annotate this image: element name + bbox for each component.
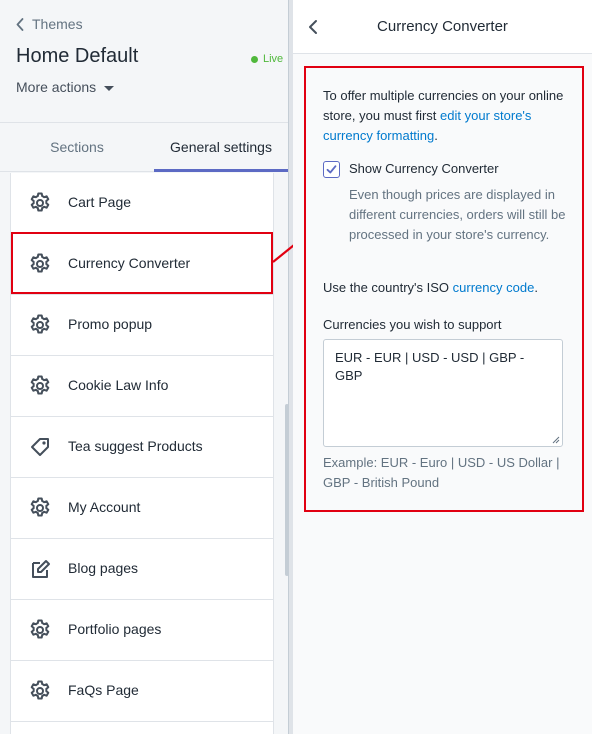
list-item-cookie-law-info[interactable]: Cookie Law Info [11,356,273,417]
list-item-faqs-page[interactable]: FaQs Page [11,661,273,722]
checkmark-icon [326,165,337,174]
list-item-label: Tea suggest Products [68,438,203,454]
gear-icon [30,192,50,212]
tab-sections[interactable]: Sections [0,124,154,172]
more-actions-label: More actions [16,79,97,95]
theme-editor-sidebar: Themes Home Default Live More actions Se… [0,0,289,734]
live-dot-icon [251,55,258,63]
list-item-tea-suggest-products[interactable]: Tea suggest Products [11,417,273,478]
gear-icon [30,375,50,395]
iso-text-body: Use the country's ISO [323,280,453,295]
tab-general-settings[interactable]: General settings [154,124,288,172]
panel-header: Currency Converter [293,0,592,54]
currencies-value: EUR - EUR | USD - USD | GBP - GBP [335,350,525,383]
sidebar-tabs: Sections General settings [0,124,288,172]
iso-text-end: . [534,280,538,295]
show-currency-converter-checkbox[interactable] [323,161,340,178]
more-actions-button[interactable]: More actions [16,79,115,95]
list-item-cart-page[interactable]: Cart Page [11,173,273,234]
back-to-themes-link[interactable]: Themes [16,16,83,32]
edit-icon [32,560,50,578]
list-item-label: My Account [68,499,141,515]
chevron-left-icon[interactable] [307,19,319,35]
list-item-label: Blog pages [68,560,139,576]
currency-code-link[interactable]: currency code [453,280,535,295]
status-label: Live [263,53,284,65]
example-text: Example: EUR - Euro | USD - US Dollar | … [323,455,560,490]
intro-text-end: . [434,128,438,143]
list-item-label: FaQs Page [68,682,139,698]
iso-text: Use the country's ISO currency code. [323,280,538,295]
panel-title: Currency Converter [377,18,508,35]
sidebar-header: Themes Home Default Live More actions [0,0,288,123]
list-item-label: Cart Page [68,194,132,210]
list-item-my-account[interactable]: My Account [11,478,273,539]
intro-text: To offer multiple currencies on your onl… [323,86,573,146]
chevron-left-icon [16,17,24,31]
status-badge: Live [251,53,283,65]
currencies-textarea[interactable]: EUR - EUR | USD - USD | GBP - GBP [323,339,563,447]
gear-icon [30,497,50,517]
currency-converter-settings-panel: Currency Converter To offer multiple cur… [293,0,592,734]
gear-icon [30,619,50,639]
back-label: Themes [32,16,83,32]
theme-title: Home Default [16,45,139,67]
caret-down-icon [104,85,115,91]
highlight-box-currency-converter [11,232,273,294]
checkbox-help-text: Even though prices are displayed in diff… [349,187,566,242]
list-item-portfolio-pages[interactable]: Portfolio pages [11,600,273,661]
list-item-blog-pages[interactable]: Blog pages [11,539,273,600]
list-item-label: Cookie Law Info [68,377,169,393]
list-item-label: Portfolio pages [68,621,162,637]
gear-icon [30,314,50,334]
list-item-promo-popup[interactable]: Promo popup [11,295,273,356]
checkbox-label[interactable]: Show Currency Converter [349,161,499,176]
gear-icon [30,680,50,700]
resize-handle-icon[interactable] [552,436,560,444]
currencies-label: Currencies you wish to support [323,317,502,332]
highlight-box-settings: To offer multiple currencies on your onl… [304,66,584,512]
tag-icon [31,438,49,456]
list-item-label: Promo popup [68,316,153,332]
